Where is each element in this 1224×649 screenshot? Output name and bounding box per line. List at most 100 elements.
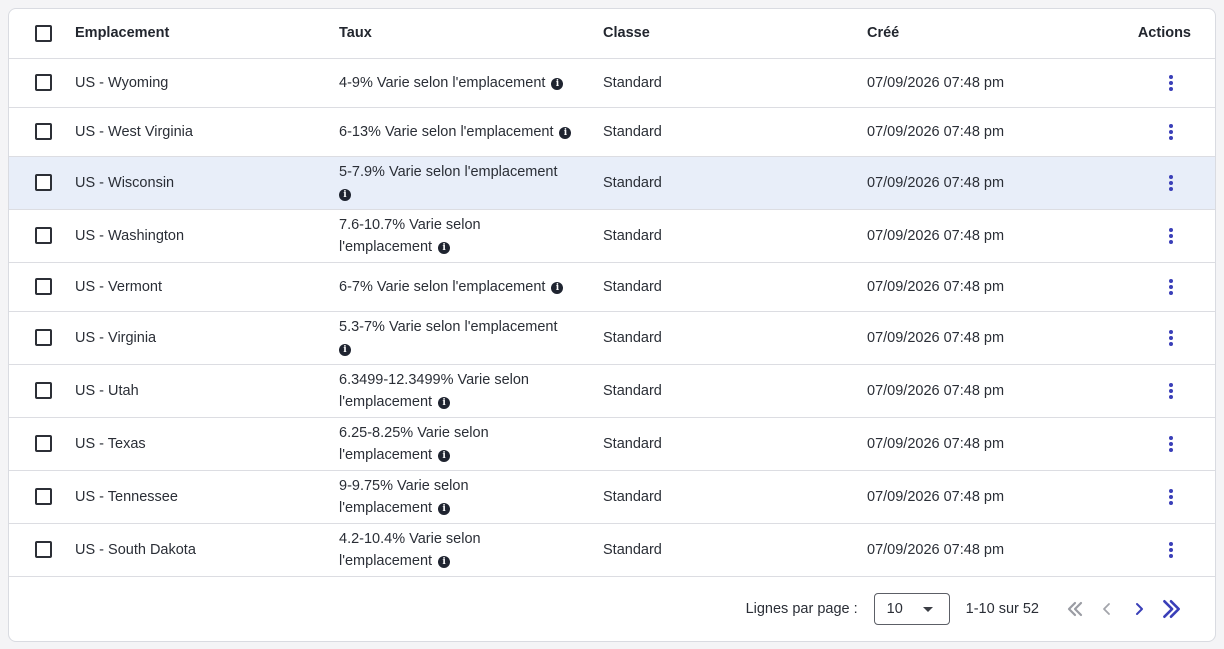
more-vertical-icon[interactable] [1161,381,1181,401]
row-checkbox[interactable] [35,435,52,452]
created-cell: 07/09/2026 07:48 pm [867,262,1131,312]
row-checkbox[interactable] [35,541,52,558]
rate-cell: 4-9% Varie selon l'emplacement i [339,58,603,108]
row-select-cell [9,262,75,312]
location-cell: US - Utah [75,364,339,418]
table-row[interactable]: US - Wyoming 4-9% Varie selon l'emplacem… [9,58,1215,108]
column-header-class[interactable]: Classe [603,9,867,59]
actions-cell [1131,209,1215,263]
location-cell: US - Vermont [75,262,339,312]
chevron-double-left-icon[interactable] [1059,593,1091,625]
info-icon[interactable]: i [551,77,564,90]
info-icon[interactable]: i [438,241,451,254]
info-icon[interactable]: i [339,188,351,201]
location-cell: US - Wyoming [75,58,339,108]
caret-down-icon [922,606,933,612]
created-cell: 07/09/2026 07:48 pm [867,523,1131,577]
column-header-rate[interactable]: Taux [339,9,603,59]
table-row[interactable]: US - South Dakota 4.2-10.4% Varie selon … [9,523,1215,577]
row-checkbox[interactable] [35,329,52,346]
row-checkbox[interactable] [35,123,52,140]
info-icon[interactable]: i [559,126,572,139]
column-header-location[interactable]: Emplacement [75,9,339,59]
row-checkbox[interactable] [35,74,52,91]
created-cell: 07/09/2026 07:48 pm [867,156,1131,210]
more-vertical-icon[interactable] [1161,226,1181,246]
row-select-cell [9,58,75,108]
class-cell: Standard [603,209,867,263]
more-vertical-icon[interactable] [1161,434,1181,454]
created-cell: 07/09/2026 07:48 pm [867,417,1131,471]
location-cell: US - South Dakota [75,523,339,577]
table-row[interactable]: US - Vermont 6-7% Varie selon l'emplacem… [9,262,1215,312]
row-checkbox[interactable] [35,488,52,505]
info-icon[interactable]: i [438,449,451,462]
location-cell: US - Virginia [75,311,339,365]
more-vertical-icon[interactable] [1161,328,1181,348]
rate-cell: 6-7% Varie selon l'emplacement i [339,262,603,312]
rate-text: 6-7% Varie selon l'emplacement [339,278,546,295]
class-cell: Standard [603,364,867,418]
info-icon[interactable]: i [438,396,451,409]
row-checkbox[interactable] [35,174,52,191]
class-cell: Standard [603,470,867,524]
location-cell: US - Washington [75,209,339,263]
row-select-cell [9,156,75,210]
class-cell: Standard [603,523,867,577]
rate-cell: 4.2-10.4% Varie selon l'emplacement i [339,523,603,577]
row-checkbox[interactable] [35,278,52,295]
rows-per-page-select[interactable]: 10 [873,593,950,625]
row-select-cell [9,470,75,524]
created-cell: 07/09/2026 07:48 pm [867,470,1131,524]
info-icon[interactable]: i [551,281,564,294]
rate-cell: 9-9.75% Varie selon l'emplacement i [339,470,603,524]
table-row-selected[interactable]: US - Wisconsin 5-7.9% Varie selon l'empl… [9,156,1215,210]
more-vertical-icon[interactable] [1161,122,1181,142]
rows-per-page-value: 10 [886,601,903,617]
row-select-cell [9,364,75,418]
page-range-text: 1-10 sur 52 [965,601,1039,617]
more-vertical-icon[interactable] [1161,73,1181,93]
table-row[interactable]: US - Virginia 5.3-7% Varie selon l'empla… [9,311,1215,365]
info-icon[interactable]: i [438,502,451,515]
row-checkbox[interactable] [35,382,52,399]
created-cell: 07/09/2026 07:48 pm [867,209,1131,263]
actions-cell [1131,417,1215,471]
rate-text: 4-9% Varie selon l'emplacement [339,74,546,91]
chevron-right-icon[interactable] [1123,593,1155,625]
rate-text: 6.25-8.25% Varie selon l'emplacement [339,424,489,463]
location-cell: US - West Virginia [75,107,339,157]
rate-text: 6-13% Varie selon l'emplacement [339,123,554,140]
more-vertical-icon[interactable] [1161,540,1181,560]
chevron-double-right-icon[interactable] [1155,593,1187,625]
actions-cell [1131,156,1215,210]
table-row[interactable]: US - Utah 6.3499-12.3499% Varie selon l'… [9,364,1215,418]
actions-cell [1131,262,1215,312]
class-cell: Standard [603,58,867,108]
rate-cell: 5.3-7% Varie selon l'emplacement i [339,311,603,365]
created-cell: 07/09/2026 07:48 pm [867,107,1131,157]
select-all-checkbox[interactable] [35,24,52,42]
row-select-cell [9,417,75,471]
row-select-cell [9,209,75,263]
table-row[interactable]: US - West Virginia 6-13% Varie selon l'e… [9,107,1215,157]
info-icon[interactable]: i [339,343,351,356]
tax-rates-table-card: Emplacement Taux Classe Créé Actions US … [8,8,1216,642]
table-row[interactable]: US - Washington 7.6-10.7% Varie selon l'… [9,209,1215,263]
actions-cell [1131,58,1215,108]
row-select-cell [9,311,75,365]
class-cell: Standard [603,262,867,312]
table-row[interactable]: US - Texas 6.25-8.25% Varie selon l'empl… [9,417,1215,471]
table-row[interactable]: US - Tennessee 9-9.75% Varie selon l'emp… [9,470,1215,524]
more-vertical-icon[interactable] [1161,173,1181,193]
info-icon[interactable]: i [438,555,451,568]
more-vertical-icon[interactable] [1161,277,1181,297]
pagination-bar: Lignes par page : 10 1-10 sur 52 [9,576,1215,641]
row-checkbox[interactable] [35,227,52,244]
column-header-created[interactable]: Créé [867,9,1131,59]
rate-text: 6.3499-12.3499% Varie selon l'emplacemen… [339,371,529,410]
more-vertical-icon[interactable] [1161,487,1181,507]
actions-cell [1131,311,1215,365]
row-select-cell [9,107,75,157]
chevron-left-icon[interactable] [1091,593,1123,625]
